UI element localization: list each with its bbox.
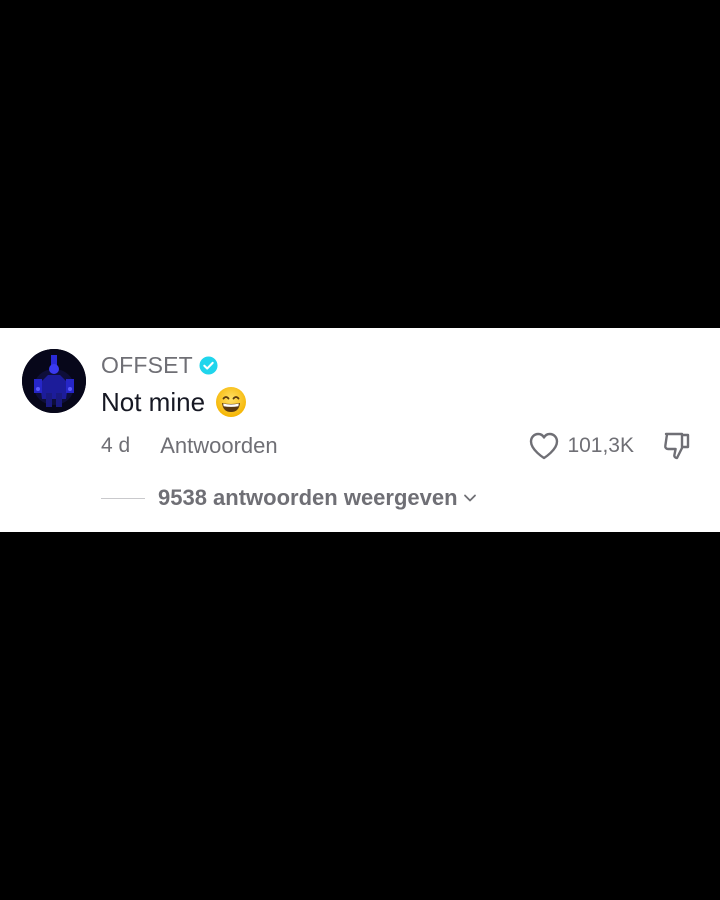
view-replies-row[interactable]: 9538 antwoorden weergeven (101, 483, 478, 513)
verified-badge-icon (199, 355, 218, 375)
username-row: OFFSET (101, 350, 218, 380)
comment-timestamp: 4 d (101, 434, 131, 457)
comment-text: Not mine (101, 386, 247, 418)
thumbs-down-icon[interactable] (662, 430, 692, 462)
video-frame: OFFSET Not mine 4 d Antwoorden 101,3K 95… (0, 0, 720, 900)
avatar[interactable] (22, 349, 86, 413)
comment-body: Not mine (101, 386, 206, 417)
heart-outline-icon[interactable] (528, 431, 560, 461)
comment-card: OFFSET Not mine 4 d Antwoorden 101,3K 95… (0, 328, 720, 532)
reply-button[interactable]: Antwoorden (160, 433, 277, 459)
username[interactable]: OFFSET (101, 352, 193, 379)
chevron-down-icon[interactable] (462, 490, 478, 506)
like-count: 101,3K (567, 434, 634, 457)
comment-actions: 101,3K (528, 429, 692, 463)
divider (101, 497, 145, 499)
grinning-face-emoji-icon (215, 386, 247, 418)
view-replies-button[interactable]: 9538 antwoorden weergeven (158, 485, 458, 511)
comment-meta: 4 d Antwoorden (101, 431, 278, 461)
